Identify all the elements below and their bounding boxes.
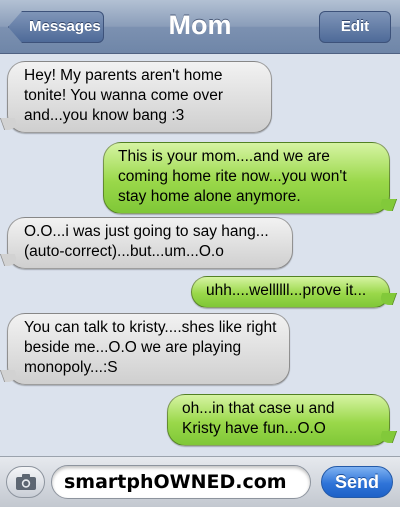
navigation-bar: Messages Mom Edit — [0, 0, 400, 54]
camera-button[interactable] — [6, 466, 45, 498]
message-outgoing: uhh....wellllll...prove it... — [191, 276, 390, 308]
send-button[interactable]: Send — [321, 466, 393, 498]
message-input[interactable]: smartphOWNED.com — [51, 465, 311, 499]
composer-bar: smartphOWNED.com Send — [0, 456, 400, 507]
edit-button[interactable]: Edit — [319, 11, 391, 43]
message-incoming: You can talk to kristy....shes like righ… — [7, 313, 290, 385]
message-incoming: O.O...i was just going to say hang...(au… — [7, 217, 293, 269]
message-outgoing: oh...in that case u and Kristy have fun.… — [167, 394, 390, 446]
message-incoming: Hey! My parents aren't home tonite! You … — [7, 61, 272, 133]
camera-icon — [16, 474, 36, 490]
message-list: Hey! My parents aren't home tonite! You … — [0, 54, 400, 456]
message-outgoing: This is your mom....and we are coming ho… — [103, 142, 390, 214]
